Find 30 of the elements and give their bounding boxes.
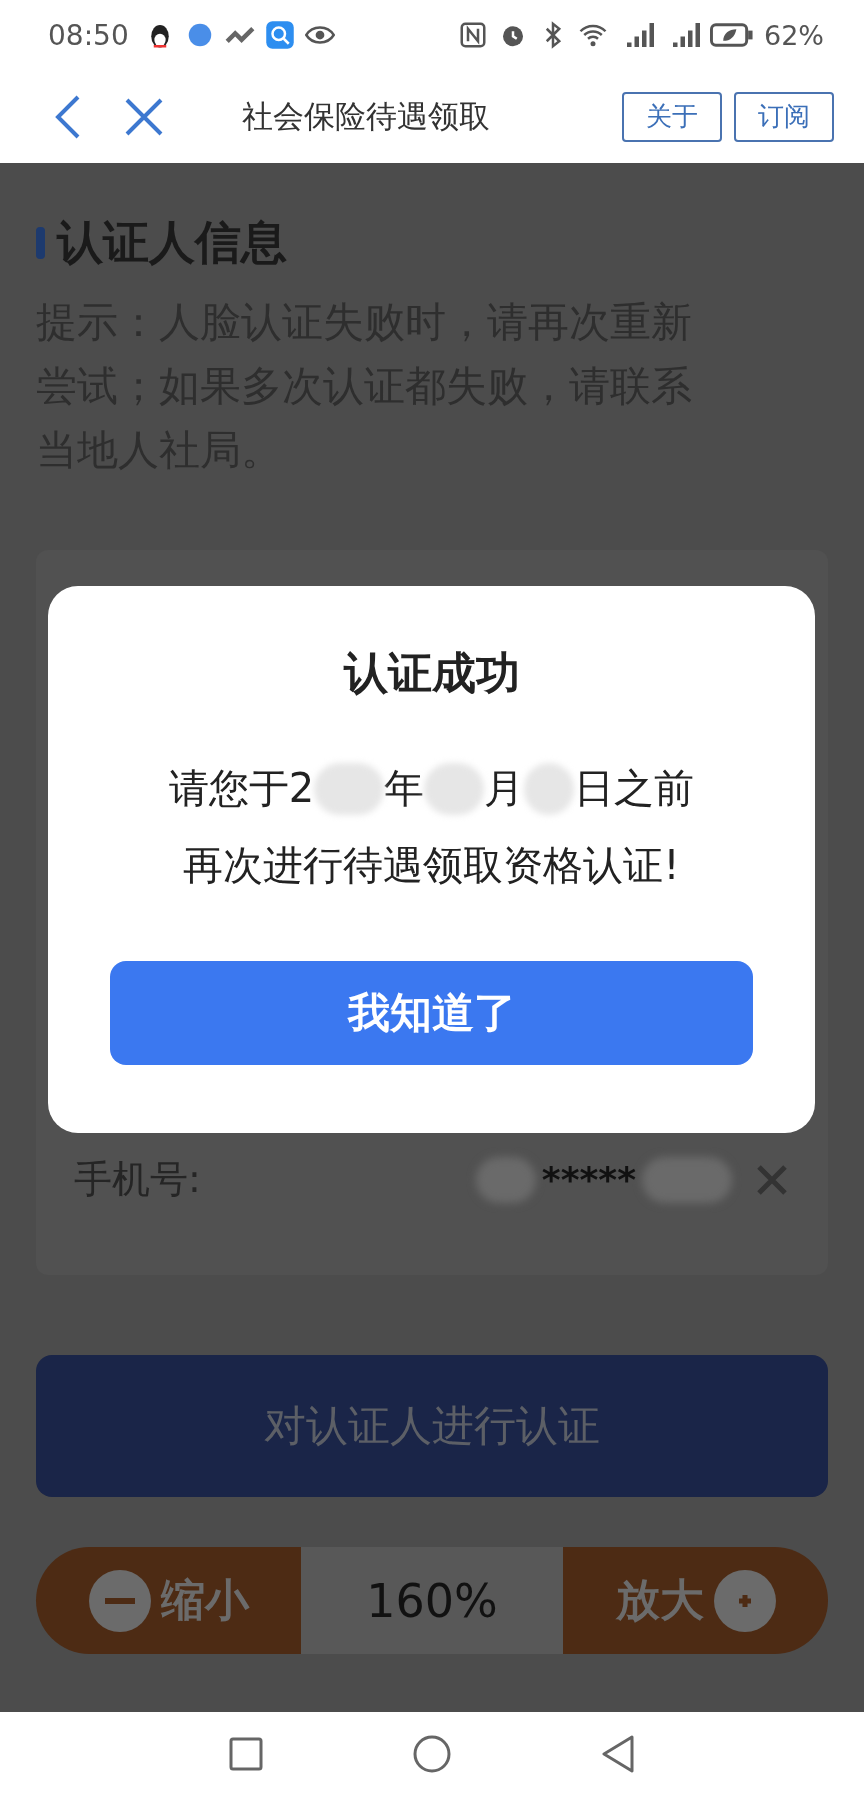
- message-text: 年: [384, 764, 425, 813]
- redaction-mark: [424, 762, 485, 815]
- nfc-icon: [458, 20, 488, 50]
- dialog-title: 认证成功: [343, 646, 520, 700]
- minus-icon: [88, 1569, 151, 1632]
- zoom-out-button[interactable]: 缩小: [36, 1547, 301, 1654]
- acknowledge-button[interactable]: 我知道了: [110, 961, 753, 1065]
- authenticate-button[interactable]: 对认证人进行认证: [36, 1355, 828, 1497]
- home-icon[interactable]: [413, 1734, 451, 1773]
- header-button[interactable]: 订阅: [734, 91, 834, 142]
- message-text: 月: [484, 764, 525, 813]
- redaction-mark: [524, 762, 575, 815]
- message-text: 请您于2: [168, 764, 315, 813]
- page-title: 社会保险待遇领取: [242, 96, 491, 136]
- header-button[interactable]: 关于: [622, 91, 722, 142]
- zoom-level: 160%: [301, 1547, 563, 1654]
- redaction-mark: [475, 1156, 536, 1203]
- redaction-mark: [314, 762, 385, 815]
- phone-value: *****: [541, 1159, 636, 1200]
- zoom-in-button[interactable]: 放大: [563, 1547, 828, 1654]
- search-icon: [264, 20, 295, 50]
- battery-percent: 62%: [764, 19, 824, 51]
- back-icon[interactable]: [601, 1734, 635, 1773]
- message-text: 再次进行待遇领取资格认证!: [183, 841, 680, 890]
- recents-icon[interactable]: [229, 1736, 263, 1771]
- section-marker: [36, 227, 45, 259]
- message-text: 日之前: [574, 764, 695, 813]
- close-icon[interactable]: [124, 96, 164, 137]
- clock-time: 08:50: [48, 18, 129, 52]
- plus-icon: [713, 1569, 776, 1632]
